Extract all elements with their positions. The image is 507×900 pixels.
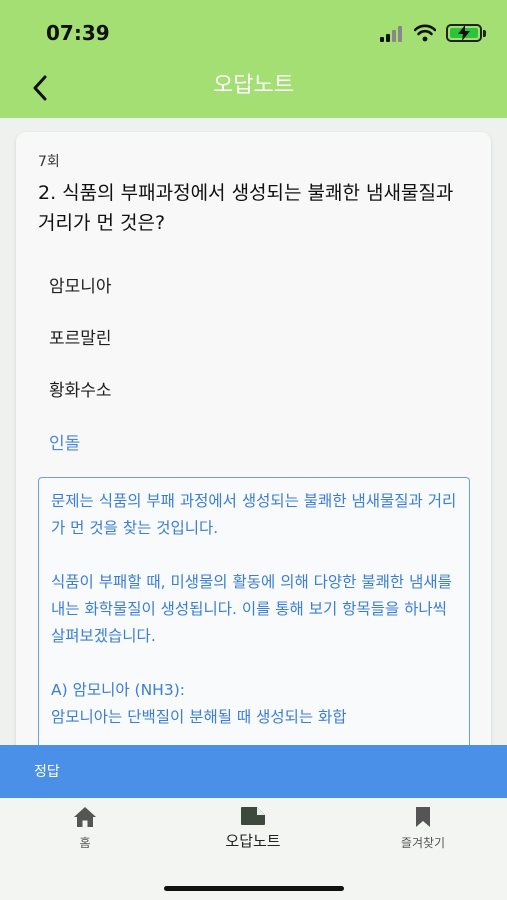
explanation-box[interactable]: 문제는 식품의 부패 과정에서 생성되는 불쾌한 냄새물질과 거리가 먼 것을 … xyxy=(38,477,470,772)
question-text: 2. 식품의 부패과정에서 생성되는 불쾌한 냄새물질과 거리가 먼 것은? xyxy=(38,182,454,234)
bottom-tab-bar: 홈 오답노트 즐겨찾기 xyxy=(0,798,507,900)
tab-bookmarks-label: 즐겨찾기 xyxy=(400,836,446,850)
tab-bookmarks[interactable]: 즐겨찾기 xyxy=(363,806,483,866)
bookmark-icon xyxy=(416,807,430,827)
note-icon xyxy=(241,807,265,825)
answer-bar[interactable]: 정답 xyxy=(0,745,507,798)
tab-home-label: 홈 xyxy=(79,836,91,850)
option-2[interactable]: 포르말린 xyxy=(49,324,112,349)
status-bar: 07:39 xyxy=(0,0,507,62)
answer-label: 정답 xyxy=(34,764,60,780)
round-label: 7회 xyxy=(38,154,60,170)
question-card: 7회 2. 식품의 부패과정에서 생성되는 불쾌한 냄새물질과 거리가 먼 것은… xyxy=(16,132,491,772)
battery-tip xyxy=(483,30,486,37)
cellular-signal-icon xyxy=(380,26,404,42)
option-1[interactable]: 암모니아 xyxy=(49,272,112,297)
home-icon xyxy=(74,807,96,827)
wifi-icon xyxy=(414,24,436,42)
tab-home[interactable]: 홈 xyxy=(25,806,145,866)
option-3[interactable]: 황화수소 xyxy=(49,376,112,401)
tab-wrong-notes[interactable]: 오답노트 xyxy=(193,806,313,866)
charging-bolt-icon xyxy=(458,25,470,41)
tab-wrong-notes-label: 오답노트 xyxy=(225,832,281,850)
status-time: 07:39 xyxy=(46,21,110,45)
option-4-correct[interactable]: 인돌 xyxy=(49,429,80,454)
explanation-text: 문제는 식품의 부패 과정에서 생성되는 불쾌한 냄새물질과 거리가 먼 것을 … xyxy=(51,492,457,726)
page-title: 오답노트 xyxy=(213,73,294,98)
app-header: 07:39 오답노트 xyxy=(0,0,507,118)
home-indicator[interactable] xyxy=(164,886,344,891)
